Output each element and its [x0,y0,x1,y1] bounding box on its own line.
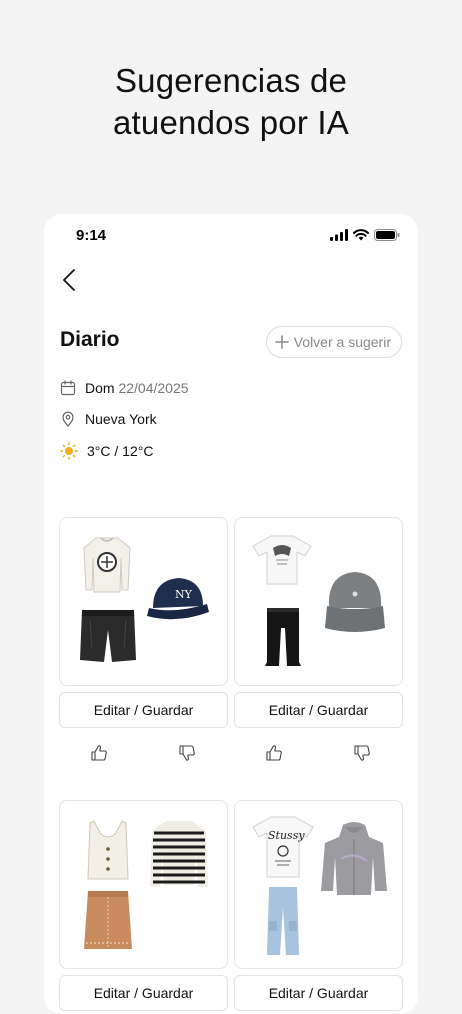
cream-sweater-image [83,537,131,593]
outfit-1-save-button[interactable]: Editar / Guardar [59,692,228,728]
striped-cardigan-image [150,821,208,887]
status-bar: 9:14 [44,214,418,258]
outfit-3-save-label: Editar / Guardar [93,985,194,1001]
status-icons [330,229,400,241]
thumbs-down-icon[interactable] [353,744,371,762]
grey-cap-image [325,572,385,632]
sun-icon [60,442,78,460]
svg-text:NY: NY [175,588,193,601]
wifi-icon [353,229,369,241]
date-row: Dom 22/04/2025 [60,380,189,396]
location-pin-icon [62,411,74,427]
location-row: Nueva York [60,411,157,427]
thumbs-up-icon[interactable] [265,744,283,762]
resuggest-label: Volver a sugerir [293,334,391,350]
resuggest-button[interactable]: Volver a sugerir [265,326,402,358]
back-chevron-icon[interactable] [58,266,80,294]
page-title: Diario [60,328,120,351]
hero-line-2: atuendos por IA [113,104,349,141]
calendar-icon [60,380,76,396]
date-day: Dom [85,380,115,396]
location-label: Nueva York [85,411,157,427]
navy-cap-image: NY [147,578,209,620]
date-value: 22/04/2025 [118,380,189,396]
black-shorts-image [80,610,136,662]
tan-skirt-image [84,891,132,949]
outfit-card-4[interactable]: Stussy [234,800,403,969]
outfit-card-3[interactable] [59,800,228,969]
outfit-1-save-label: Editar / Guardar [93,702,194,718]
hero-heading: Sugerencias de atuendos por IA [0,60,462,144]
graphic-tee-image: Stussy [252,816,314,878]
outfit-2-save-label: Editar / Guardar [268,702,369,718]
thumbs-up-icon[interactable] [90,744,108,762]
signal-icon [330,229,348,241]
battery-icon [374,229,400,241]
white-tee-image [252,535,312,585]
temperature-label: 3°C / 12°C [87,443,154,459]
outfit-4-save-button[interactable]: Editar / Guardar [234,975,403,1011]
outfit-4-save-label: Editar / Guardar [268,985,369,1001]
knit-vest-image [87,820,129,880]
grey-hoodie-image [321,822,387,895]
outfit-card-2[interactable] [234,517,403,686]
plus-icon [274,335,289,349]
thumbs-down-icon[interactable] [178,744,196,762]
status-time: 9:14 [76,227,107,244]
light-blue-cargo-image [267,887,299,955]
weather-row: 3°C / 12°C [60,442,153,460]
svg-text:Stussy: Stussy [268,829,305,842]
outfit-2-save-button[interactable]: Editar / Guardar [234,692,403,728]
phone-screen: 9:14 Diario Volver a sugerir Dom 22/04/2… [44,214,418,1014]
hero-line-1: Sugerencias de [114,62,348,99]
black-joggers-image [265,608,301,666]
outfit-3-save-button[interactable]: Editar / Guardar [59,975,228,1011]
outfit-card-1[interactable]: NY [59,517,228,686]
